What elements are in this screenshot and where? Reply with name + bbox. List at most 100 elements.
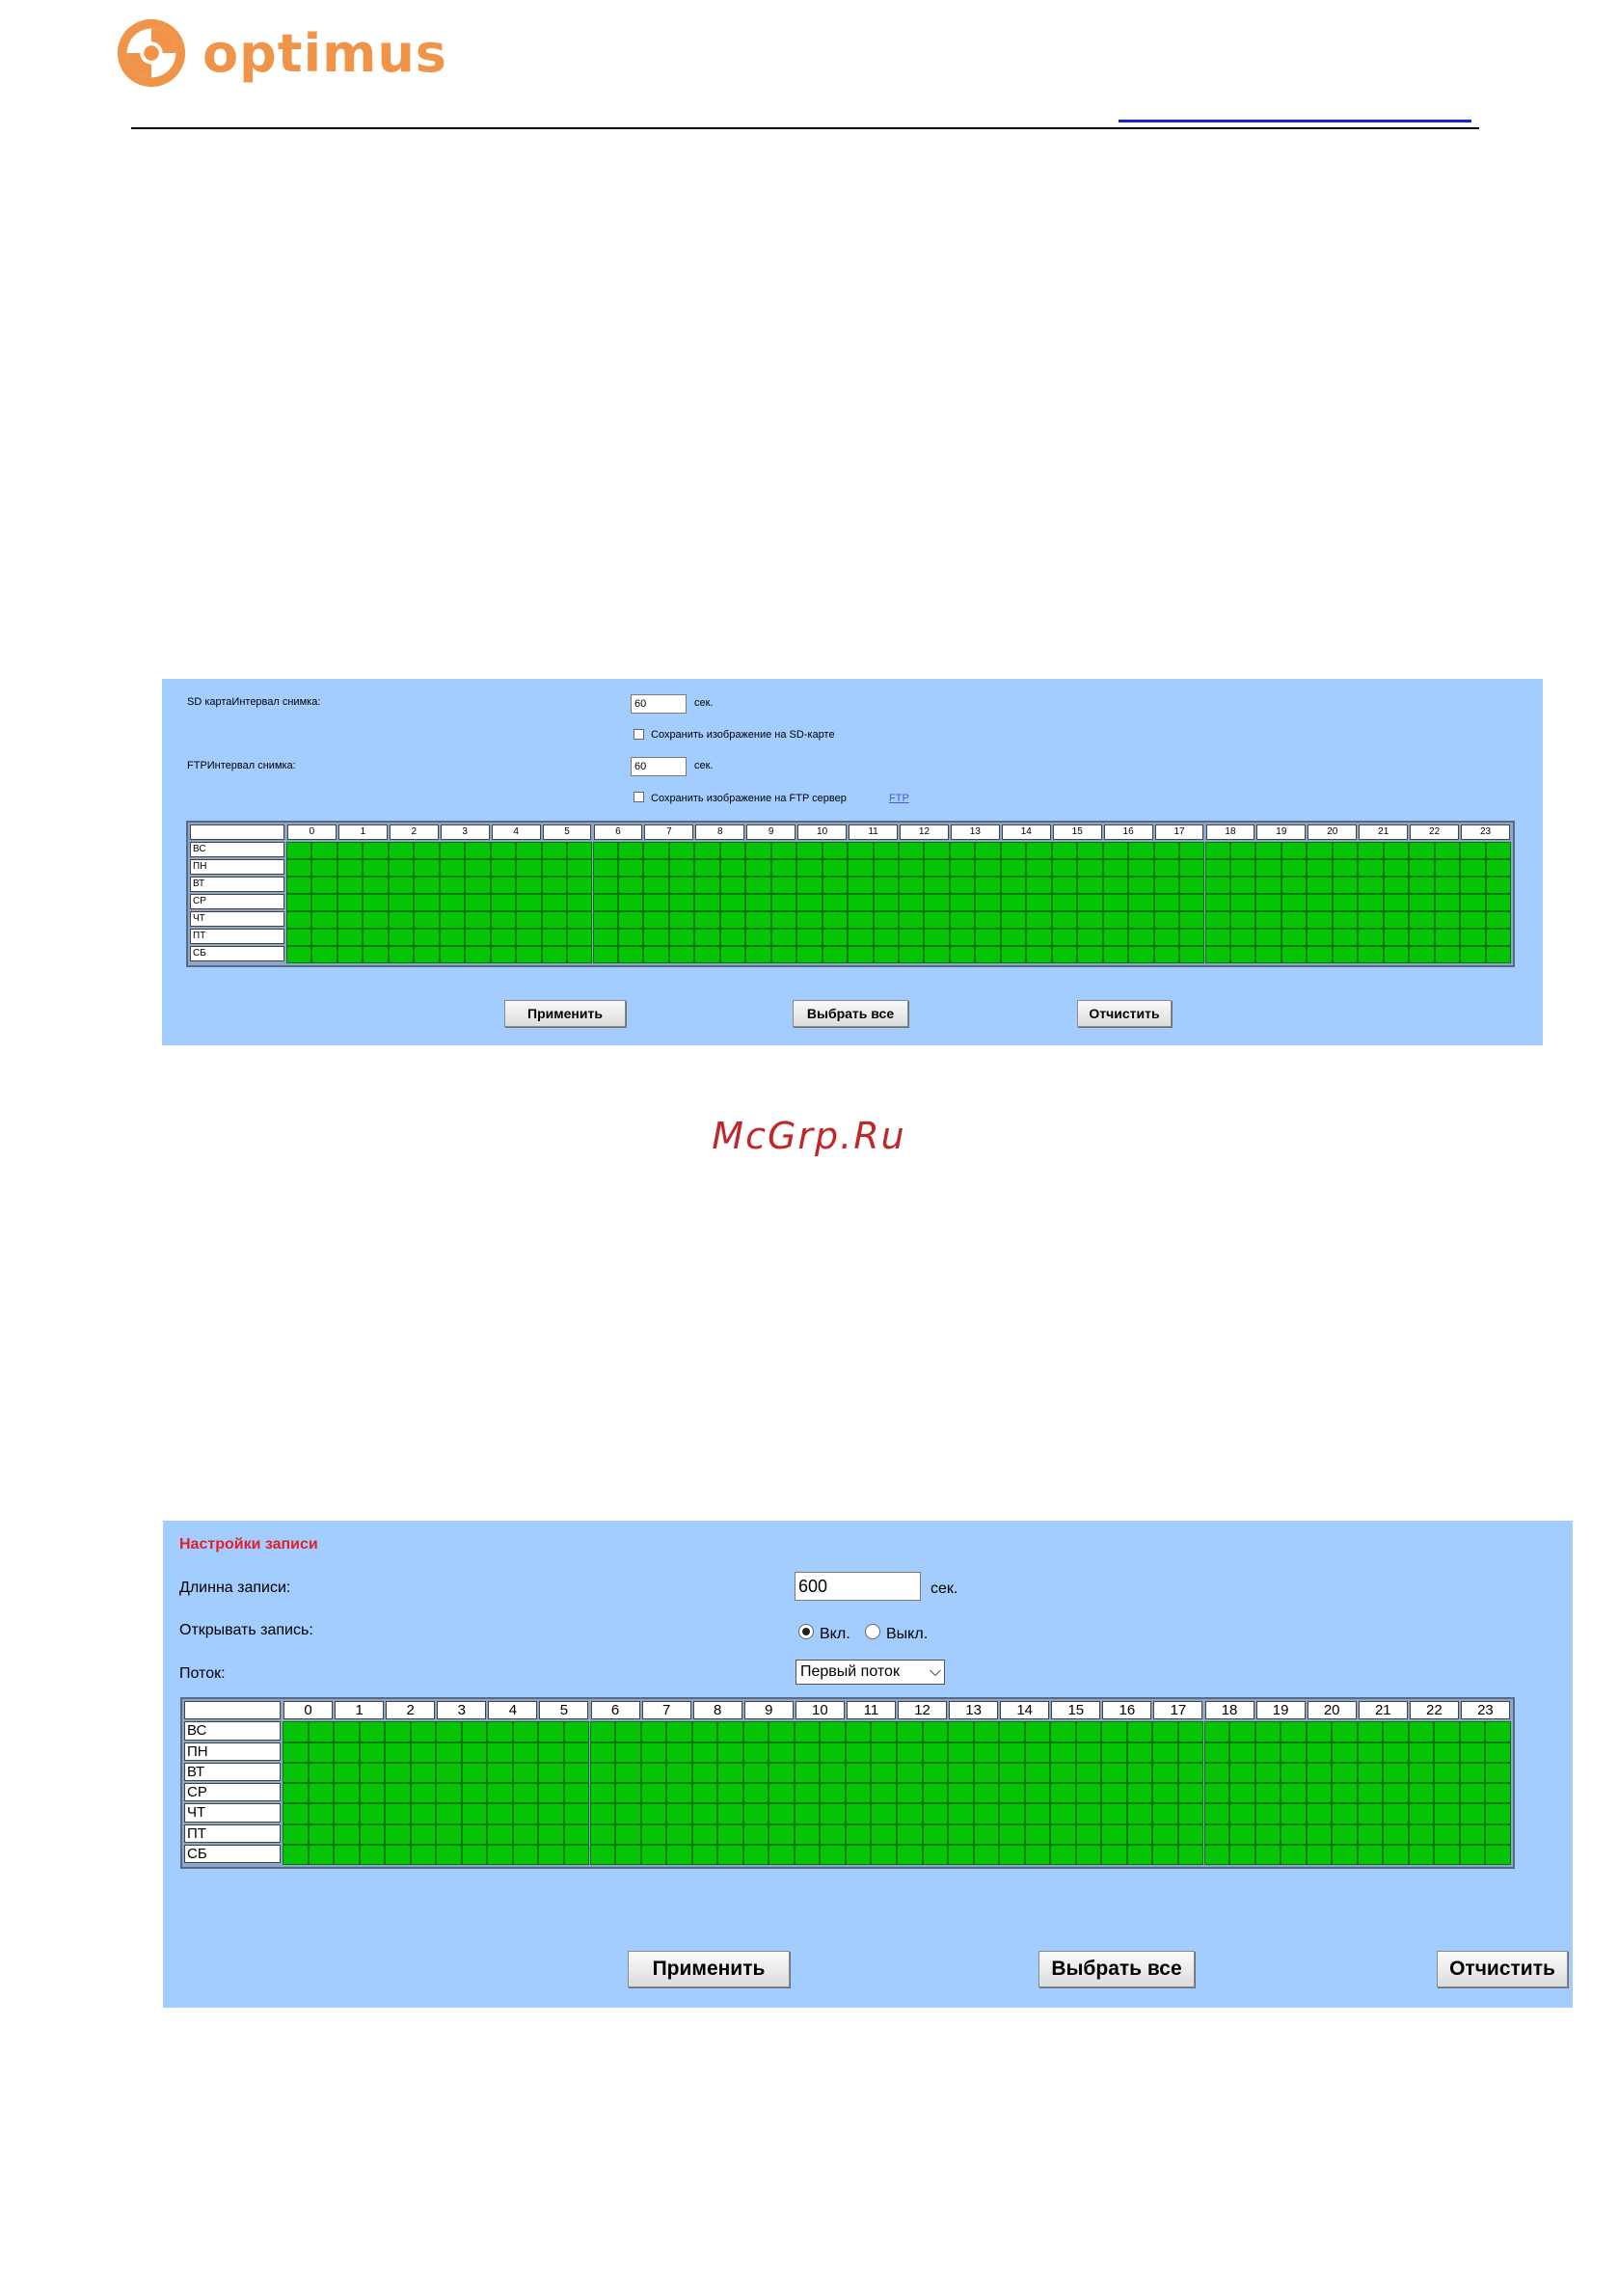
schedule-slot[interactable] xyxy=(1383,1823,1409,1845)
schedule-slot[interactable] xyxy=(1434,894,1461,911)
schedule-slot[interactable] xyxy=(1383,1783,1409,1804)
schedule-slot[interactable] xyxy=(1229,894,1256,911)
schedule-slot[interactable] xyxy=(1383,1742,1409,1763)
schedule-slot[interactable] xyxy=(1102,894,1129,911)
schedule-slot[interactable] xyxy=(1204,859,1230,877)
schedule-slot[interactable] xyxy=(949,911,976,929)
schedule-slot[interactable] xyxy=(643,842,669,859)
schedule-slot[interactable] xyxy=(286,911,312,929)
schedule-slot[interactable] xyxy=(363,894,389,911)
schedule-slot[interactable] xyxy=(1281,859,1308,877)
schedule-slot[interactable] xyxy=(1051,877,1078,894)
record-length-input[interactable] xyxy=(795,1572,921,1601)
schedule-slot[interactable] xyxy=(1307,877,1333,894)
day-label-0[interactable]: ВС xyxy=(184,1721,281,1741)
schedule-slot[interactable] xyxy=(516,894,542,911)
schedule-slot[interactable] xyxy=(615,1823,641,1845)
schedule-slot[interactable] xyxy=(1255,842,1281,859)
schedule-slot[interactable] xyxy=(512,1803,539,1824)
schedule-slot[interactable] xyxy=(1383,929,1410,946)
schedule-slot[interactable] xyxy=(1281,1803,1307,1824)
schedule-slot[interactable] xyxy=(1409,877,1435,894)
schedule-slot[interactable] xyxy=(1152,1803,1178,1824)
schedule-slot[interactable] xyxy=(719,894,746,911)
schedule-slot[interactable] xyxy=(516,946,542,963)
schedule-slot[interactable] xyxy=(1281,1823,1307,1845)
schedule-slot[interactable] xyxy=(1332,946,1359,963)
schedule-slot[interactable] xyxy=(1075,1742,1102,1763)
schedule-slot[interactable] xyxy=(363,842,389,859)
schedule-slot[interactable] xyxy=(1179,894,1205,911)
clear-button[interactable]: Отчистить xyxy=(1077,1000,1172,1027)
schedule-slot[interactable] xyxy=(1026,859,1052,877)
schedule-slot[interactable] xyxy=(490,877,517,894)
schedule-slot[interactable] xyxy=(1460,929,1486,946)
schedule-slot[interactable] xyxy=(283,1823,309,1845)
schedule-slot[interactable] xyxy=(388,929,415,946)
schedule-slot[interactable] xyxy=(666,1721,692,1742)
schedule-slot[interactable] xyxy=(822,911,849,929)
schedule-slot[interactable] xyxy=(899,946,925,963)
schedule-slot[interactable] xyxy=(541,859,568,877)
schedule-slot[interactable] xyxy=(1357,1844,1384,1865)
schedule-slot[interactable] xyxy=(745,877,771,894)
schedule-slot[interactable] xyxy=(666,1783,692,1804)
schedule-slot[interactable] xyxy=(871,1803,897,1824)
schedule-slot[interactable] xyxy=(311,929,337,946)
hour-header-17[interactable]: 17 xyxy=(1154,824,1204,840)
schedule-slot[interactable] xyxy=(286,929,312,946)
schedule-slot[interactable] xyxy=(1332,877,1359,894)
schedule-slot[interactable] xyxy=(871,1762,897,1783)
schedule-slot[interactable] xyxy=(541,842,568,859)
schedule-slot[interactable] xyxy=(742,1783,769,1804)
schedule-slot[interactable] xyxy=(1126,1783,1153,1804)
day-label-6[interactable]: СБ xyxy=(190,946,284,961)
schedule-slot[interactable] xyxy=(769,1721,795,1742)
schedule-slot[interactable] xyxy=(589,1823,616,1845)
schedule-slot[interactable] xyxy=(1281,1844,1307,1865)
schedule-slot[interactable] xyxy=(1358,842,1384,859)
schedule-slot[interactable] xyxy=(541,877,568,894)
hour-header-17[interactable]: 17 xyxy=(1153,1701,1203,1720)
schedule-slot[interactable] xyxy=(1101,1742,1127,1763)
schedule-slot[interactable] xyxy=(283,1783,309,1804)
schedule-slot[interactable] xyxy=(1383,842,1410,859)
schedule-slot[interactable] xyxy=(1128,911,1154,929)
schedule-slot[interactable] xyxy=(589,1844,616,1865)
schedule-slot[interactable] xyxy=(1307,859,1333,877)
schedule-slot[interactable] xyxy=(311,894,337,911)
hour-header-22[interactable]: 22 xyxy=(1409,1701,1459,1720)
schedule-slot[interactable] xyxy=(948,1844,974,1865)
schedule-slot[interactable] xyxy=(796,859,822,877)
schedule-slot[interactable] xyxy=(439,894,466,911)
schedule-slot[interactable] xyxy=(541,946,568,963)
hour-header-7[interactable]: 7 xyxy=(641,1701,691,1720)
schedule-slot[interactable] xyxy=(1409,911,1435,929)
day-label-6[interactable]: СБ xyxy=(184,1844,281,1863)
schedule-slot[interactable] xyxy=(410,1823,437,1845)
schedule-slot[interactable] xyxy=(439,911,466,929)
schedule-slot[interactable] xyxy=(640,1721,667,1742)
schedule-slot[interactable] xyxy=(1153,877,1180,894)
schedule-slot[interactable] xyxy=(538,1803,564,1824)
schedule-slot[interactable] xyxy=(1203,1742,1230,1763)
schedule-slot[interactable] xyxy=(334,1742,360,1763)
schedule-slot[interactable] xyxy=(1254,1844,1281,1865)
schedule-slot[interactable] xyxy=(567,946,593,963)
schedule-slot[interactable] xyxy=(1306,1721,1333,1742)
schedule-slot[interactable] xyxy=(589,1721,616,1742)
schedule-slot[interactable] xyxy=(922,1742,949,1763)
schedule-slot[interactable] xyxy=(461,1844,488,1865)
schedule-slot[interactable] xyxy=(1460,877,1486,894)
schedule-slot[interactable] xyxy=(283,1742,309,1763)
schedule-slot[interactable] xyxy=(1357,1823,1384,1845)
schedule-slot[interactable] xyxy=(1485,894,1511,911)
schedule-slot[interactable] xyxy=(822,946,849,963)
schedule-slot[interactable] xyxy=(1383,1721,1409,1742)
schedule-slot[interactable] xyxy=(1434,1844,1460,1865)
schedule-slot[interactable] xyxy=(1434,1742,1460,1763)
schedule-slot[interactable] xyxy=(461,1762,488,1783)
schedule-slot[interactable] xyxy=(1485,946,1511,963)
schedule-slot[interactable] xyxy=(311,911,337,929)
schedule-slot[interactable] xyxy=(1101,1721,1127,1742)
